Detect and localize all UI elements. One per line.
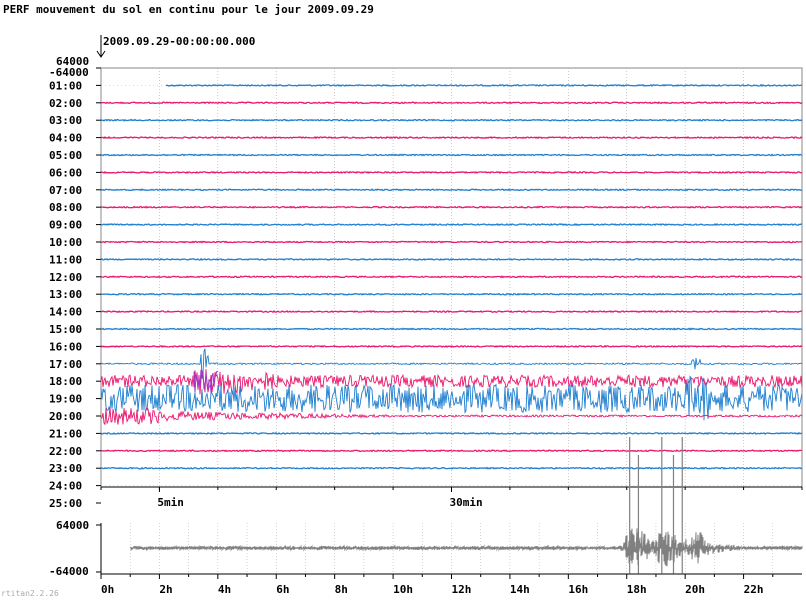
- hour-label: 23:00: [49, 462, 82, 475]
- trace-09:00: [100, 223, 803, 227]
- summary-tick-label: 20h: [685, 583, 705, 596]
- hour-label: 08:00: [49, 201, 82, 214]
- hour-label: 06:00: [49, 166, 82, 179]
- summary-tick-label: 14h: [510, 583, 530, 596]
- trace-23:00: [101, 466, 803, 470]
- hour-label: 19:00: [49, 393, 82, 406]
- trace-22:00: [101, 449, 802, 453]
- trace-03:00: [100, 118, 803, 122]
- summary-tick-label: 12h: [452, 583, 472, 596]
- summary-scale-top: 64000: [56, 519, 89, 532]
- hour-label: 02:00: [49, 97, 82, 110]
- summary-scale-bottom: -64000: [49, 565, 89, 578]
- page-title: PERF mouvement du sol en continu pour le…: [3, 3, 374, 16]
- minute-label: 5min: [157, 496, 184, 509]
- trace-04:00: [100, 136, 803, 140]
- helicorder-chart: PERF mouvement du sol en continu pour le…: [1, 3, 803, 598]
- hour-labels: 01:00 02:00 03:00 04:00 05:00 06:00 07:00 08:00…: [49, 79, 101, 510]
- trace-13:00: [101, 292, 803, 296]
- summary-tick-label: 4h: [218, 583, 231, 596]
- footer-version: rtitan2.2.26: [1, 589, 59, 598]
- hour-label: 25:00: [49, 497, 82, 510]
- hour-label: 20:00: [49, 410, 82, 423]
- trace-15:00: [100, 327, 803, 331]
- minute-ticks: 5min 30min: [100, 487, 803, 509]
- seismic-traces: [100, 83, 803, 470]
- trace-02:00: [100, 101, 803, 105]
- trace-10:00: [100, 240, 803, 244]
- hour-label: 21:00: [49, 427, 82, 440]
- hour-label: 09:00: [49, 219, 82, 232]
- summary-hour-ticks: 0h 2h 4h 6h 8h 10h 12h 14h 16h 18h 20h 22h: [100, 574, 774, 596]
- trace-12:00: [100, 275, 802, 279]
- hour-label: 04:00: [49, 132, 82, 145]
- trace-21:00: [100, 431, 803, 435]
- hour-label: 16:00: [49, 340, 82, 353]
- summary-tick-label: 2h: [159, 583, 172, 596]
- summary-tick-label: 8h: [335, 583, 348, 596]
- trace-14:00: [100, 310, 802, 314]
- trace-01:00: [165, 83, 803, 87]
- trace-05:00: [100, 153, 803, 157]
- hour-label: 03:00: [49, 114, 82, 127]
- scale-bottom-label: -64000: [49, 66, 89, 79]
- hour-label: 22:00: [49, 445, 82, 458]
- hour-label: 14:00: [49, 306, 82, 319]
- trace-18:00: [100, 369, 803, 395]
- hour-label: 24:00: [49, 480, 82, 493]
- trace-16:00: [100, 344, 803, 348]
- hour-label: 05:00: [49, 149, 82, 162]
- trace-11:00: [100, 257, 803, 261]
- hour-label: 11:00: [49, 253, 82, 266]
- summary-tick-label: 22h: [744, 583, 764, 596]
- minute-label: 30min: [450, 496, 483, 509]
- summary-tick-label: 10h: [393, 583, 413, 596]
- hour-label: 15:00: [49, 323, 82, 336]
- helicorder-grid: [101, 68, 802, 487]
- hour-label: 18:00: [49, 375, 82, 388]
- hour-label: 10:00: [49, 236, 82, 249]
- start-time-label: 2009.09.29-00:00:00.000: [103, 35, 255, 48]
- hour-label: 07:00: [49, 184, 82, 197]
- trace-06:00: [100, 170, 803, 174]
- summary-tick-label: 16h: [568, 583, 588, 596]
- trace-07:00: [100, 188, 803, 192]
- hour-label: 12:00: [49, 271, 82, 284]
- summary-waveform: [130, 528, 803, 567]
- summary-tick-label: 6h: [276, 583, 289, 596]
- hour-label: 17:00: [49, 358, 82, 371]
- helicorder-frame: [100, 67, 803, 488]
- trace-08:00: [100, 205, 803, 209]
- hour-label: 01:00: [49, 79, 82, 92]
- summary-tick-label: 18h: [627, 583, 647, 596]
- hour-label: 13:00: [49, 288, 82, 301]
- summary-tick-label: 0h: [101, 583, 114, 596]
